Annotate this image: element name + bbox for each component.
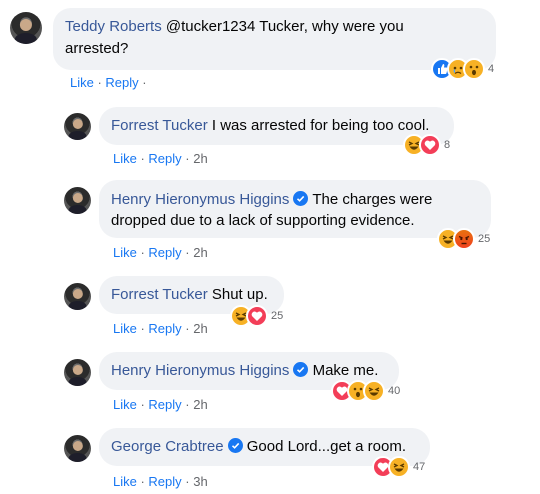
comment-author[interactable]: Teddy Roberts bbox=[65, 18, 162, 35]
reaction-count: 47 bbox=[413, 461, 426, 473]
reaction-summary[interactable]: 4 bbox=[431, 58, 494, 80]
comment-bubble: Henry Hieronymus Higgins The charges wer… bbox=[99, 180, 491, 238]
verified-badge-icon bbox=[227, 438, 243, 453]
reply-button[interactable]: Reply bbox=[148, 474, 181, 489]
comment-time[interactable]: 2h bbox=[193, 397, 207, 412]
reply-button[interactable]: Reply bbox=[148, 321, 181, 336]
reaction-summary[interactable]: 40 bbox=[331, 380, 400, 402]
like-button[interactable]: Like bbox=[113, 397, 137, 412]
comment-time[interactable]: 2h bbox=[193, 321, 207, 336]
comment-text: Shut up. bbox=[211, 286, 268, 303]
haha-icon bbox=[363, 380, 385, 402]
avatar[interactable] bbox=[64, 359, 91, 386]
reaction-count: 8 bbox=[444, 139, 451, 151]
avatar[interactable] bbox=[10, 12, 42, 44]
reply-button[interactable]: Reply bbox=[105, 75, 138, 90]
comment-actions: Like · Reply · 2h bbox=[113, 245, 208, 260]
haha-icon bbox=[388, 456, 410, 478]
like-button[interactable]: Like bbox=[113, 245, 137, 260]
like-button[interactable]: Like bbox=[113, 474, 137, 489]
reaction-summary[interactable]: 25 bbox=[230, 305, 283, 327]
avatar[interactable] bbox=[64, 283, 91, 310]
reaction-summary[interactable]: 8 bbox=[403, 134, 450, 156]
comment-actions: Like · Reply · 2h bbox=[113, 151, 208, 166]
like-button[interactable]: Like bbox=[113, 321, 137, 336]
comment-author[interactable]: Forrest Tucker bbox=[111, 286, 208, 303]
reply-button[interactable]: Reply bbox=[148, 397, 181, 412]
like-button[interactable]: Like bbox=[70, 75, 94, 90]
comment-actions: Like · Reply · 2h bbox=[113, 321, 208, 336]
reaction-count: 4 bbox=[488, 63, 495, 75]
reaction-count: 40 bbox=[388, 385, 401, 397]
angry-icon bbox=[453, 228, 475, 250]
comment-actions: Like · Reply · bbox=[70, 75, 147, 90]
avatar[interactable] bbox=[64, 435, 91, 462]
comment-author[interactable]: Henry Hieronymus Higgins bbox=[111, 362, 289, 379]
comment-author[interactable]: Forrest Tucker bbox=[111, 117, 208, 134]
reaction-summary[interactable]: 47 bbox=[372, 456, 425, 478]
reaction-count: 25 bbox=[271, 310, 284, 322]
verified-badge-icon bbox=[293, 191, 309, 206]
comment-actions: Like · Reply · 3h bbox=[113, 474, 208, 489]
comment-author[interactable]: George Crabtree bbox=[111, 438, 224, 455]
verified-badge-icon bbox=[293, 362, 309, 377]
wow-icon bbox=[463, 58, 485, 80]
comment-text: Good Lord...get a room. bbox=[246, 438, 406, 455]
reply-button[interactable]: Reply bbox=[148, 245, 181, 260]
comment-teddy-roberts: Teddy Roberts @tucker1234 Tucker, why we… bbox=[0, 0, 540, 95]
comment-author[interactable]: Henry Hieronymus Higgins bbox=[111, 191, 289, 208]
comment-text: I was arrested for being too cool. bbox=[211, 117, 430, 134]
love-icon bbox=[419, 134, 441, 156]
avatar[interactable] bbox=[64, 187, 91, 214]
comment-actions: Like · Reply · 2h bbox=[113, 397, 208, 412]
comment-time[interactable]: 3h bbox=[193, 474, 207, 489]
reaction-summary[interactable]: 25 bbox=[437, 228, 490, 250]
comment-text: Make me. bbox=[312, 362, 379, 379]
love-icon bbox=[246, 305, 268, 327]
comment-bubble: Forrest Tucker I was arrested for being … bbox=[99, 107, 454, 145]
reaction-count: 25 bbox=[478, 233, 491, 245]
avatar[interactable] bbox=[64, 113, 91, 140]
comment-time[interactable]: 2h bbox=[193, 151, 207, 166]
like-button[interactable]: Like bbox=[113, 151, 137, 166]
reply-button[interactable]: Reply bbox=[148, 151, 181, 166]
comment-time[interactable]: 2h bbox=[193, 245, 207, 260]
comment-bubble: Teddy Roberts @tucker1234 Tucker, why we… bbox=[53, 8, 496, 70]
